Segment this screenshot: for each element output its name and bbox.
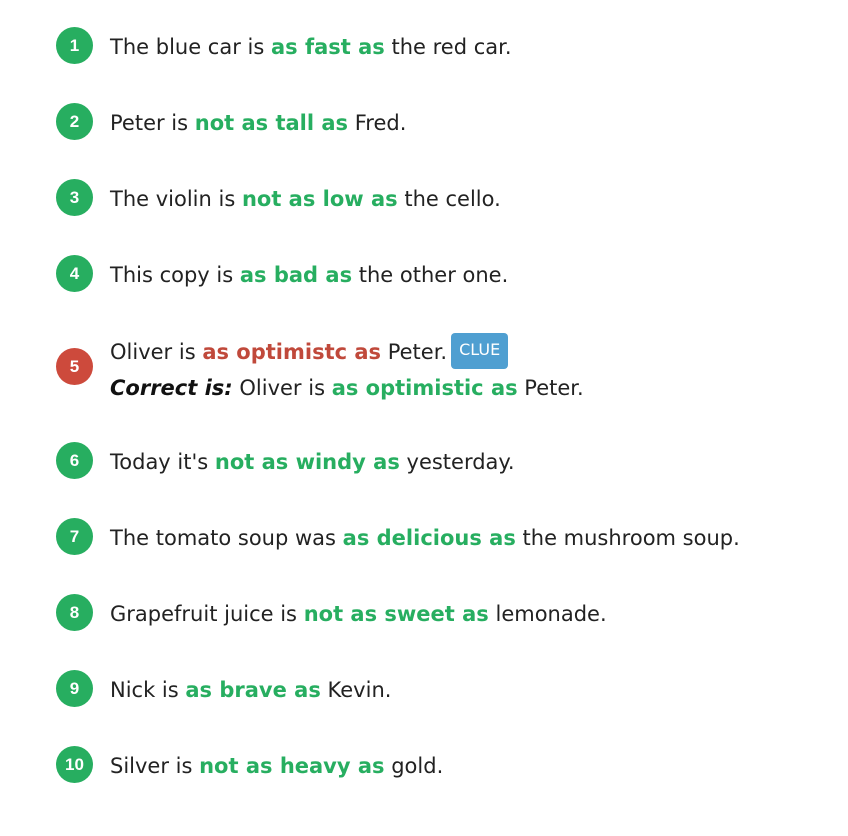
- sentence-start: Oliver is: [110, 340, 203, 364]
- sentence: Peter is not as tall as Fred.: [110, 109, 406, 137]
- sentence: The violin is not as low as the cello.: [110, 185, 501, 213]
- sentence-start: The violin is: [110, 187, 242, 211]
- sentence: Silver is not as heavy as gold.: [110, 752, 443, 780]
- sentence: Oliver is as optimistc as Peter. CLUE: [110, 333, 509, 371]
- answer-correct: not as tall as: [194, 111, 349, 135]
- sentence-start: Peter is: [110, 111, 195, 135]
- answer-correct: as fast as: [270, 35, 385, 59]
- sentence-start: Nick is: [110, 678, 186, 702]
- number-badge-correct: 8: [56, 594, 93, 631]
- number-badge-incorrect: 5: [56, 348, 93, 385]
- correct-is-label: Correct is:: [110, 376, 233, 400]
- sentence-end: the other one.: [352, 263, 509, 287]
- sentence-end: yesterday.: [399, 450, 515, 474]
- answer-correct: as brave as: [185, 678, 321, 702]
- sentence-start: Grapefruit juice is: [110, 602, 304, 626]
- answer-correct: as optimistic as: [331, 376, 518, 400]
- answer-correct: not as low as: [241, 187, 398, 211]
- sentence-start: This copy is: [110, 263, 240, 287]
- sentence-end: the cello.: [397, 187, 501, 211]
- sentence: Today it's not as windy as yesterday.: [110, 448, 515, 476]
- answer-correct: as delicious as: [342, 526, 516, 550]
- number-badge-correct: 6: [56, 442, 93, 479]
- sentence-end: Kevin.: [320, 678, 392, 702]
- sentence: The tomato soup was as delicious as the …: [110, 524, 740, 552]
- sentence: Grapefruit juice is not as sweet as lemo…: [110, 600, 607, 628]
- sentence: The blue car is as fast as the red car.: [110, 33, 512, 61]
- sentence-start: Oliver is: [232, 376, 332, 400]
- number-badge-correct: 3: [56, 179, 93, 216]
- number-badge-correct: 10: [56, 746, 93, 783]
- number-badge-correct: 4: [56, 255, 93, 292]
- sentence-start: Today it's: [110, 450, 215, 474]
- sentence-end: lemonade.: [488, 602, 607, 626]
- sentence-end: Fred.: [348, 111, 407, 135]
- sentence: Nick is as brave as Kevin.: [110, 676, 391, 704]
- clue-button[interactable]: CLUE: [451, 333, 509, 369]
- number-badge-correct: 9: [56, 670, 93, 707]
- answer-correct: not as windy as: [214, 450, 400, 474]
- number-badge-correct: 1: [56, 27, 93, 64]
- sentence: This copy is as bad as the other one.: [110, 261, 508, 289]
- sentence-end: Peter.: [381, 340, 448, 364]
- sentence-start: Silver is: [110, 754, 200, 778]
- sentence-end: the mushroom soup.: [515, 526, 740, 550]
- sentence-end: the red car.: [384, 35, 512, 59]
- answer-incorrect: as optimistc as: [202, 340, 382, 364]
- answer-correct: as bad as: [239, 263, 353, 287]
- number-badge-correct: 7: [56, 518, 93, 555]
- answer-correct: not as sweet as: [303, 602, 489, 626]
- number-badge-correct: 2: [56, 103, 93, 140]
- sentence-end: Peter.: [517, 376, 584, 400]
- answer-correct: not as heavy as: [199, 754, 385, 778]
- sentence-start: The blue car is: [110, 35, 271, 59]
- sentence-end: gold.: [384, 754, 444, 778]
- correction-sentence: Correct is: Oliver is as optimistic as P…: [110, 374, 584, 402]
- sentence-start: The tomato soup was: [110, 526, 343, 550]
